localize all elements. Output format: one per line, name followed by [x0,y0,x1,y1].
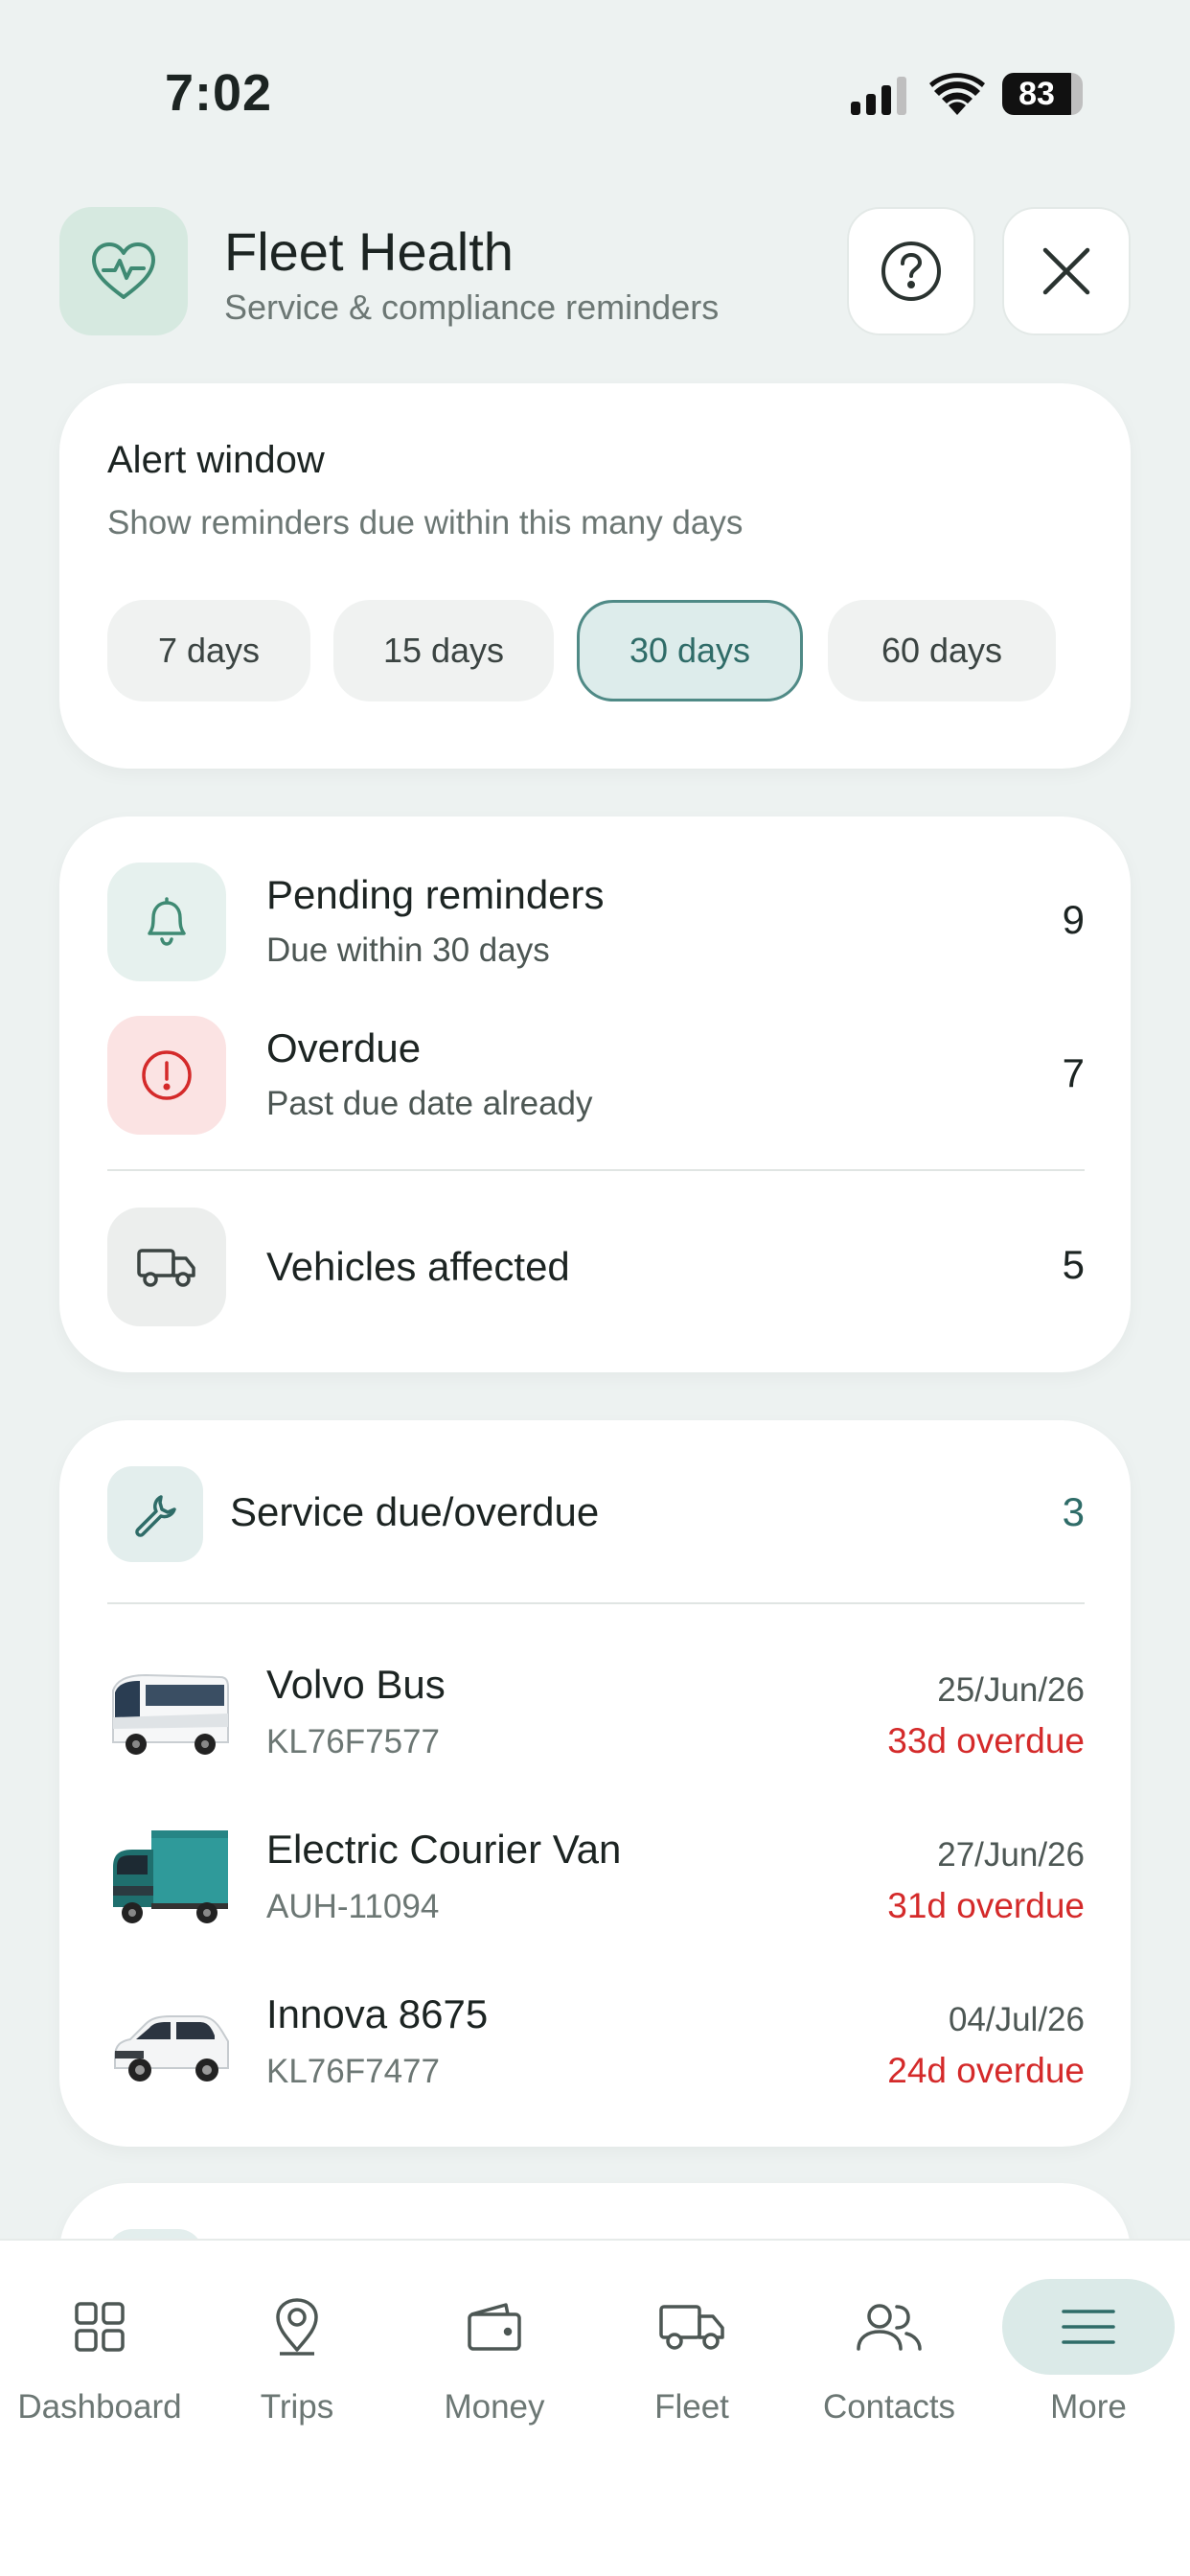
question-circle-icon [881,242,941,301]
nav-fleet[interactable]: Fleet [598,2279,786,2451]
vehicle-due-date: 04/Jul/26 [948,2001,1085,2038]
wifi-icon [929,73,985,115]
vehicle-name: Innova 8675 [266,1991,489,2036]
status-bar: 7:02 83 [0,0,1190,192]
bottom-nav: Dashboard Trips Money Fleet Contacts Mor… [0,2239,1190,2576]
users-icon [803,2279,975,2375]
grid-icon [13,2279,186,2375]
chip-15-days[interactable]: 15 days [333,600,554,702]
alert-window-subtitle: Show reminders due within this many days [107,504,744,541]
vehicle-row-innova-8675[interactable]: Innova 8675 KL76F7477 04/Jul/26 24d over… [107,1980,1085,2104]
service-due-card: Service due/overdue 3 Volvo Bus KL76F757… [59,1420,1131,2147]
overdue-subtitle: Past due date already [266,1085,593,1122]
signal-icon [851,77,906,115]
vehicles-affected-count: 5 [1062,1242,1085,1287]
nav-label: Contacts [822,2388,956,2426]
vehicle-row-volvo-bus[interactable]: Volvo Bus KL76F7577 25/Jun/26 33d overdu… [107,1650,1085,1775]
pending-subtitle: Due within 30 days [266,932,550,969]
nav-label: Money [444,2388,545,2426]
truck-icon [107,1208,226,1326]
chip-60-days[interactable]: 60 days [828,600,1056,702]
vehicle-row-electric-courier-van[interactable]: Electric Courier Van AUH-11094 27/Jun/26… [107,1815,1085,1940]
pending-title: Pending reminders [266,872,605,917]
overdue-count: 7 [1062,1050,1085,1095]
overdue-title: Overdue [266,1025,422,1070]
service-count: 3 [1062,1489,1085,1534]
vehicle-name: Volvo Bus [266,1662,446,1707]
help-button[interactable] [847,207,975,335]
vehicle-due-date: 27/Jun/26 [937,1836,1085,1874]
vehicle-plate: KL76F7577 [266,1723,440,1760]
page-subtitle: Service & compliance reminders [224,288,720,327]
wrench-icon [107,1466,203,1562]
page-header: Fleet Health Service & compliance remind… [59,207,1131,335]
pending-count: 9 [1062,897,1085,942]
vehicle-overdue-status: 33d overdue [887,1721,1085,1760]
alert-window-title: Alert window [107,439,325,481]
service-divider [107,1602,1085,1604]
service-section-title: Service due/overdue [230,1489,600,1534]
nav-more[interactable]: More [995,2279,1182,2451]
close-button[interactable] [1002,207,1131,335]
summary-card: Pending reminders Due within 30 days 9 O… [59,816,1131,1372]
vehicle-overdue-status: 31d overdue [887,1886,1085,1925]
nav-money[interactable]: Money [400,2279,588,2451]
nav-dashboard[interactable]: Dashboard [6,2279,194,2451]
vehicle-due-date: 25/Jun/26 [937,1671,1085,1709]
alert-circle-icon [107,1016,226,1135]
pending-reminders-row[interactable]: Pending reminders Due within 30 days 9 [107,862,1085,981]
bell-icon [107,862,226,981]
overdue-row[interactable]: Overdue Past due date already 7 [107,1016,1085,1135]
page-title: Fleet Health [224,221,514,282]
close-icon [1042,247,1090,295]
alert-window-card: Alert window Show reminders due within t… [59,383,1131,769]
van-thumbnail-icon [113,1830,228,1923]
summary-divider [107,1169,1085,1171]
vehicle-name: Electric Courier Van [266,1827,622,1872]
vehicle-plate: AUH-11094 [266,1888,440,1925]
map-pin-icon [211,2279,383,2375]
vehicles-affected-row[interactable]: Vehicles affected 5 [107,1208,1085,1326]
bus-thumbnail-icon [112,1673,229,1755]
truck-icon [606,2279,778,2375]
nav-contacts[interactable]: Contacts [795,2279,983,2451]
battery-tip [1071,73,1083,115]
nav-label: Trips [260,2388,334,2426]
battery-indicator: 83 [1002,73,1081,115]
nav-label: Dashboard [17,2388,182,2426]
vehicle-plate: KL76F7477 [266,2053,440,2090]
chip-7-days[interactable]: 7 days [107,600,310,702]
nav-label: More [1050,2388,1127,2426]
menu-icon [1002,2279,1175,2375]
vehicles-affected-title: Vehicles affected [266,1244,570,1289]
chip-30-days[interactable]: 30 days [577,600,803,702]
wallet-icon [408,2279,581,2375]
vehicle-overdue-status: 24d overdue [887,2051,1085,2090]
status-time: 7:02 [165,64,273,122]
nav-label: Fleet [654,2388,729,2426]
car-thumbnail-icon [114,2015,229,2082]
heart-pulse-icon [59,207,188,335]
nav-trips[interactable]: Trips [203,2279,391,2451]
